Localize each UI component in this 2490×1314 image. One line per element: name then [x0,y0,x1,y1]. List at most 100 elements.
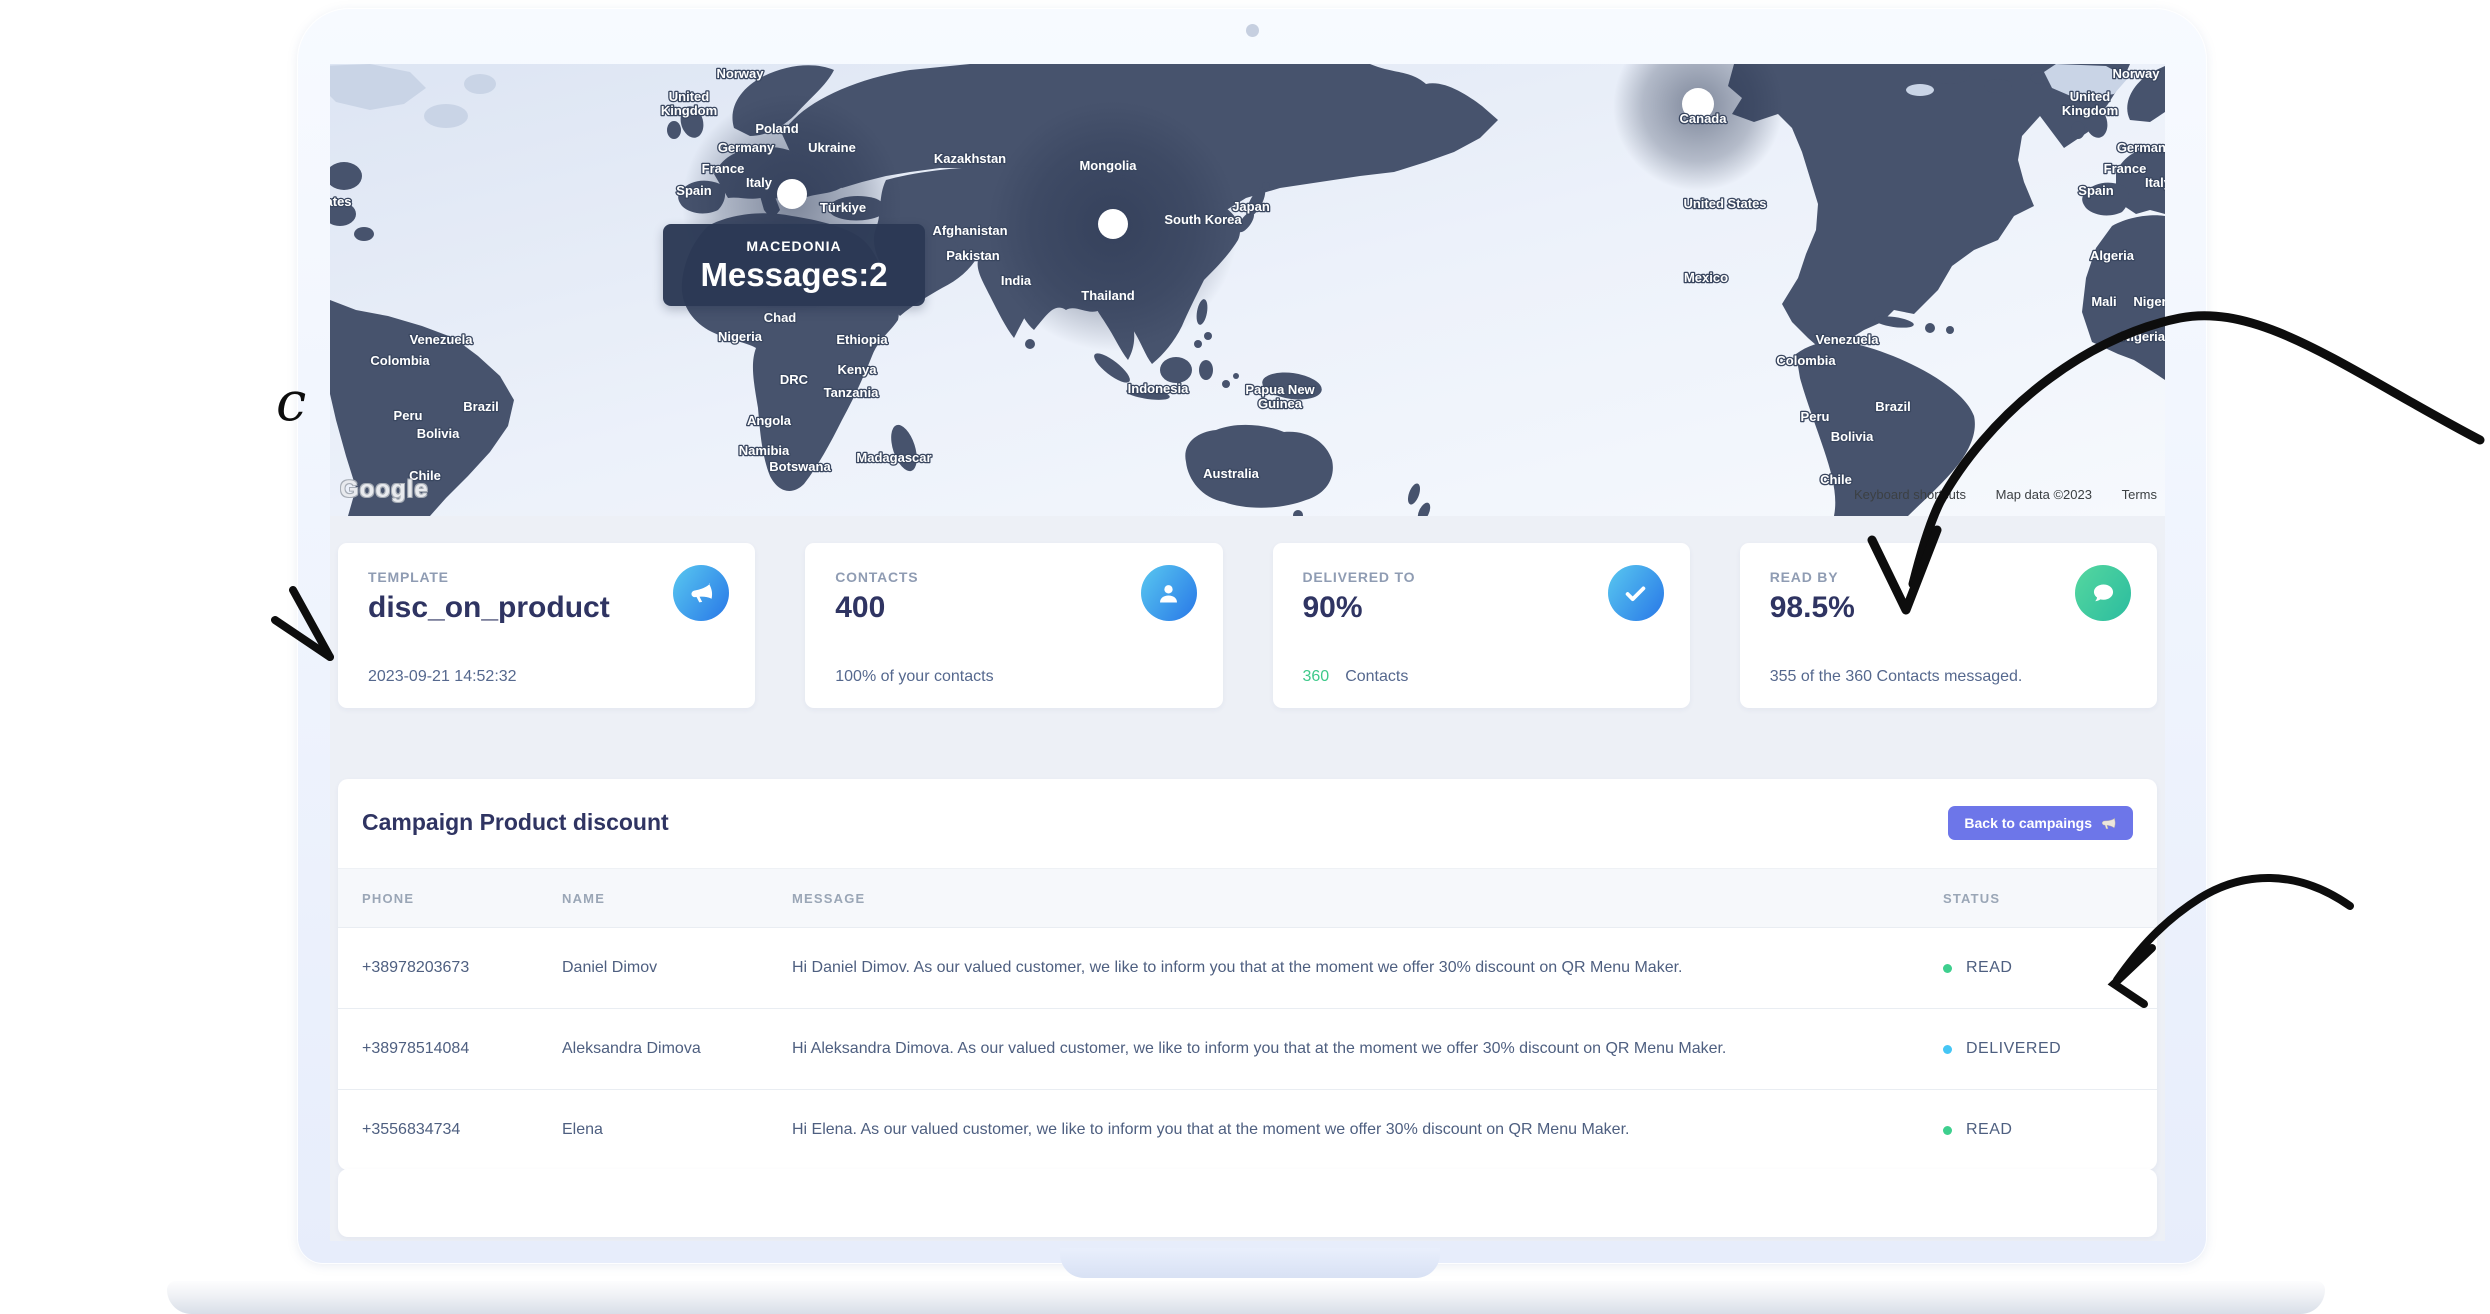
map-label: Afghanistan [932,223,1007,238]
map-label: Brazil [463,399,498,414]
stat-label: CONTACTS [835,569,918,585]
keyboard-shortcuts-link[interactable]: Keyboard shortcuts [1854,487,1966,502]
map-data-label: Map data ©2023 [1996,487,2092,502]
map-label: United States [330,194,352,209]
megaphone-emoji-icon [2100,815,2117,832]
table-header-row: PHONE NAME MESSAGE STATUS [338,868,2157,927]
map-label: Spain [2078,183,2113,198]
map-label: Norway [2113,66,2161,81]
tooltip-messages: Messages:2 [663,256,925,294]
map-label: Angola [747,413,792,428]
cell-name: Daniel Dimov [562,959,792,977]
table-row[interactable]: +38978203673 Daniel Dimov Hi Daniel Dimo… [338,927,2157,1008]
message-marker-macedonia[interactable] [777,179,807,209]
map-label: Papua New [1245,382,1315,397]
map-label: Botswana [769,459,831,474]
cell-message: Hi Daniel Dimov. As our valued customer,… [792,959,1943,977]
campaign-panel-header: Campaign Product discount Back to campai… [338,779,2157,868]
delivered-count: 360 [1303,668,1330,685]
map-label: Australia [1203,466,1259,481]
map-label: Guinea [1258,396,1303,411]
map-label: Bolivia [417,426,460,441]
column-header-status: STATUS [1943,891,2133,906]
message-marker-asia[interactable] [1098,209,1128,239]
status-dot [1943,1126,1952,1135]
map-label: Ukraine [808,140,856,155]
map-label: Venezuela [410,332,474,347]
map-label: United States [1683,196,1766,211]
map-label: DRC [780,372,809,387]
dashboard-screen: United States Venezuela Colombia Brazil … [330,64,2165,1241]
status-label: READ [1966,1121,2012,1139]
column-header-phone: PHONE [362,891,562,906]
map-label: Chad [764,310,797,325]
map-label: Tanzania [824,385,879,400]
map-label: Madagascar [856,450,931,465]
stat-value: disc_on_product [368,591,610,625]
map-canvas: United States Venezuela Colombia Brazil … [330,64,2165,516]
cell-message: Hi Aleksandra Dimova. As our valued cust… [792,1040,1943,1058]
map-label: Brazil [1875,399,1910,414]
back-to-campaigns-label: Back to campaings [1964,815,2092,831]
stat-label: READ BY [1770,569,1839,585]
cell-name: Elena [562,1121,792,1139]
table-row[interactable]: +38978514084 Aleksandra Dimova Hi Aleksa… [338,1008,2157,1089]
map-label: Indonesia [1128,381,1189,396]
terms-link[interactable]: Terms [2122,487,2157,502]
status-label: DELIVERED [1966,1040,2061,1058]
map-label: Germany [2117,140,2165,155]
status-label: READ [1966,959,2012,977]
table-footer-panel [338,1169,2157,1237]
cell-status: READ [1943,959,2133,977]
cell-phone: +38978514084 [362,1040,562,1058]
campaign-panel: Campaign Product discount Back to campai… [338,779,2157,1170]
cell-status: DELIVERED [1943,1040,2133,1058]
map-label: Kazakhstan [934,151,1006,166]
map-label: France [702,161,745,176]
map-label: Namibia [739,443,790,458]
map-label: Mexico [1684,270,1728,285]
map-label: United [2070,89,2111,104]
cell-phone: +3556834734 [362,1121,562,1139]
cell-message: Hi Elena. As our valued customer, we lik… [792,1121,1943,1139]
map-label: Italy [2145,175,2165,190]
map-label: Italy [746,175,773,190]
map-tooltip: MACEDONIA Messages:2 [663,224,925,306]
cell-phone: +38978203673 [362,959,562,977]
megaphone-icon [673,565,729,621]
map-label: Thailand [1081,288,1135,303]
map-label: Kingdom [661,103,717,118]
map-label: Norway [717,66,765,81]
map-label: Chile [1820,472,1852,487]
map-label: Algeria [2090,248,2135,263]
status-dot [1943,1045,1952,1054]
map-label: Venezuela [1816,332,1880,347]
check-icon [1608,565,1664,621]
map-label: Colombia [370,353,430,368]
world-map[interactable]: United States Venezuela Colombia Brazil … [330,64,2165,516]
map-label: Poland [755,121,798,136]
google-logo: Google [340,476,429,504]
stat-card-template: TEMPLATE disc_on_product 2023-09-21 14:5… [338,543,755,708]
stat-subtext: 100% of your contacts [835,668,993,686]
map-label: Colombia [1776,353,1836,368]
map-label: India [1001,273,1032,288]
stat-card-contacts: CONTACTS 400 100% of your contacts [805,543,1222,708]
back-to-campaigns-button[interactable]: Back to campaings [1948,806,2133,840]
map-label: Mali [2091,294,2116,309]
map-label: Bolivia [1831,429,1874,444]
map-label: Türkiye [820,200,866,215]
table-row[interactable]: +3556834734 Elena Hi Elena. As our value… [338,1089,2157,1170]
stat-value: 400 [835,591,885,625]
laptop-screen-frame: United States Venezuela Colombia Brazil … [297,8,2207,1264]
map-label: Germany [718,140,775,155]
status-dot [1943,964,1952,973]
stat-subtext: 355 of the 360 Contacts messaged. [1770,668,2023,686]
chat-bubble-icon [2075,565,2131,621]
stats-row: TEMPLATE disc_on_product 2023-09-21 14:5… [338,543,2157,708]
stat-label: TEMPLATE [368,569,449,585]
map-label: France [2104,161,2147,176]
map-label: South Korea [1164,212,1242,227]
map-label: Spain [676,183,711,198]
user-icon [1141,565,1197,621]
